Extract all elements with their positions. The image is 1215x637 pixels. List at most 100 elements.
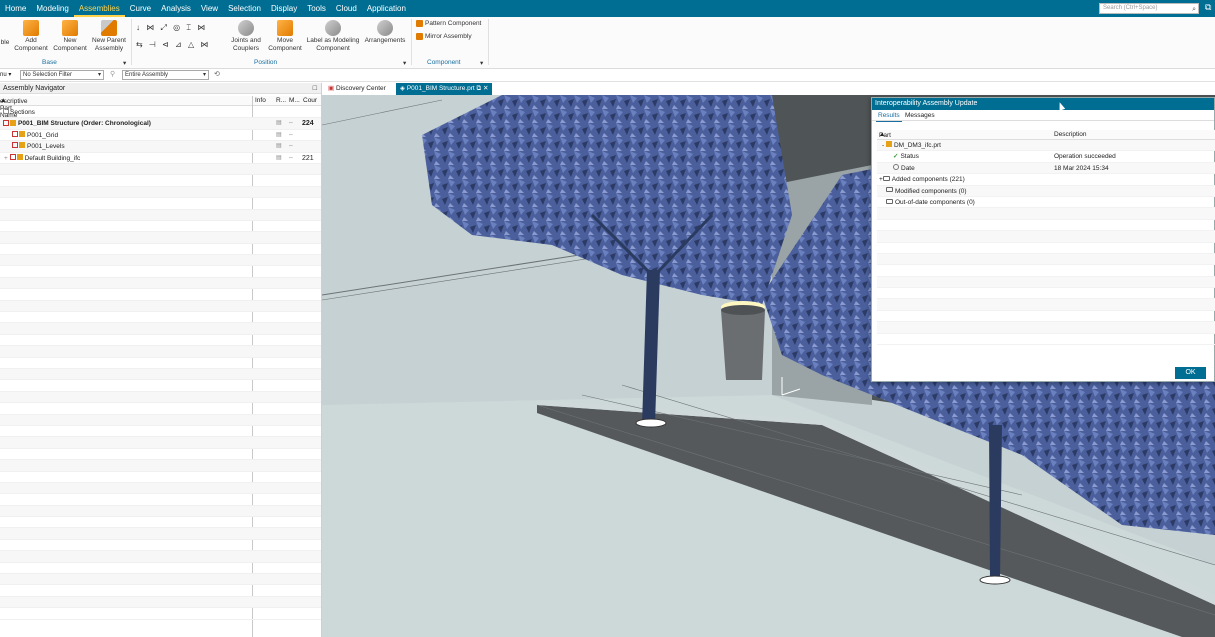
empty-row [0, 266, 321, 278]
close-icon[interactable]: ✕ [483, 85, 488, 92]
command-search-input[interactable]: Search (Ctrl+Space) ⌕ [1099, 3, 1199, 14]
checkbox[interactable] [12, 131, 18, 138]
column-description[interactable]: Description [1054, 131, 1087, 138]
link-icon: ⇔ [288, 143, 294, 150]
restore-window-icon[interactable]: ⧉ [1205, 2, 1211, 13]
arrangements-button[interactable]: Arrangements [362, 20, 408, 45]
move-component-icon [277, 20, 293, 36]
tab-discovery-center[interactable]: ▣ Discovery Center [324, 83, 390, 95]
ok-button[interactable]: OK [1175, 367, 1206, 379]
new-parent-assembly-label: New Parent Assembly [92, 37, 126, 52]
reset-filter-icon[interactable]: ⟲ [214, 70, 220, 78]
maximize-icon[interactable]: □ [313, 83, 317, 94]
discovery-icon: ▣ [328, 85, 335, 92]
tab-tools[interactable]: Tools [302, 0, 331, 17]
menu-dropdown[interactable]: nu ▾ [0, 71, 11, 78]
chevron-down-icon: ▾ [97, 72, 101, 78]
dialog-title-bar[interactable]: Interoperability Assembly Update [872, 98, 1214, 110]
scope-select[interactable]: Entire Assembly ▾ [122, 70, 209, 80]
tree-row-default-building[interactable]: + Default Building_ifc ▤ ⇔ 221 [0, 153, 321, 164]
checkbox[interactable] [3, 119, 9, 126]
move-component-button[interactable]: Move Component [267, 20, 303, 53]
interoperability-update-dialog: Interoperability Assembly Update Results… [871, 97, 1215, 382]
column-name[interactable]: escriptive Part Name ▲ [0, 97, 27, 119]
tab-curve[interactable]: Curve [125, 0, 156, 17]
label-modeling-component-button[interactable]: Label as Modeling Component [304, 20, 362, 53]
tab-display[interactable]: Display [266, 0, 302, 17]
assembly-icon [16, 153, 23, 160]
component-group-expand-icon[interactable]: ▾ [480, 59, 483, 67]
tab-view[interactable]: View [196, 0, 223, 17]
empty-row [0, 244, 321, 256]
tab-analysis[interactable]: Analysis [156, 0, 196, 17]
add-component-button[interactable]: Add Component [12, 20, 50, 53]
position-group-label: Position [254, 59, 278, 66]
empty-row [0, 551, 321, 563]
empty-row [0, 368, 321, 381]
column-count[interactable]: Cour [303, 97, 317, 104]
tab-active-part[interactable]: ◈ P001_BIM Structure.prt ⧉ ✕ [396, 83, 493, 95]
table-button[interactable]: ble [0, 39, 10, 47]
new-parent-assembly-button[interactable]: New Parent Assembly [89, 20, 129, 53]
tab-options-icon[interactable]: ⧉ [477, 85, 482, 92]
new-component-button[interactable]: New Component [51, 20, 89, 53]
reference-set-icon: ▤ [276, 131, 282, 138]
result-row-outdated[interactable]: Out-of-date components (0) [877, 197, 1215, 209]
mirror-assembly-button[interactable]: Mirror Assembly [416, 33, 472, 40]
base-group-expand-icon[interactable]: ▾ [123, 59, 126, 67]
joints-couplers-button[interactable]: Joints and Couplers [228, 20, 264, 53]
empty-row [0, 596, 321, 609]
filter-icon[interactable]: ⚲ [110, 70, 115, 78]
checkbox[interactable] [12, 142, 18, 149]
tree-row-sections[interactable]: Sections [0, 107, 321, 119]
tab-assemblies[interactable]: Assemblies [73, 0, 125, 17]
result-row-status[interactable]: ✓ Status Operation succeeded [877, 151, 1215, 163]
result-row-modified[interactable]: Modified components (0) [877, 185, 1215, 197]
column-info[interactable]: Info [255, 97, 266, 104]
tab-selection[interactable]: Selection [223, 0, 266, 17]
empty-row [0, 449, 321, 461]
selection-filter-select[interactable]: No Selection Filter ▾ [20, 70, 104, 80]
empty-row [0, 563, 321, 575]
result-row-added[interactable]: + Added components (221) [877, 174, 1215, 186]
folder-icon [886, 187, 893, 193]
label-modeling-label: Label as Modeling Component [306, 37, 360, 52]
empty-row [877, 299, 1215, 311]
column-r[interactable]: R... [276, 97, 286, 104]
component-group-label: Component [427, 59, 461, 66]
checkbox[interactable] [9, 153, 16, 160]
navigator-tree: Sections P001_BIM Structure (Order: Chro… [0, 107, 321, 620]
result-part-label: DM_DM3_ifc.prt [893, 142, 941, 149]
ribbon: ble Add Component New Component New Pare… [0, 17, 1215, 69]
column-part[interactable]: Part ▲ [879, 131, 891, 139]
tab-label: P001_BIM Structure.prt [406, 85, 475, 92]
result-description: Operation succeeded [1054, 153, 1116, 161]
link-icon: ⇔ [288, 120, 294, 127]
checkbox[interactable] [3, 108, 9, 115]
tab-home[interactable]: Home [0, 0, 31, 17]
column-m[interactable]: M... [289, 97, 300, 104]
tree-row-root-assembly[interactable]: P001_BIM Structure (Order: Chronological… [0, 118, 321, 130]
empty-row [0, 517, 321, 529]
tab-messages[interactable]: Messages [903, 111, 937, 121]
tab-modeling[interactable]: Modeling [31, 0, 73, 17]
empty-row [877, 288, 1215, 300]
result-row-part[interactable]: - DM_DM3_ifc.prt [877, 140, 1215, 152]
empty-row [877, 220, 1215, 232]
position-group-expand-icon[interactable]: ▾ [403, 59, 406, 67]
tab-application[interactable]: Application [362, 0, 411, 17]
tree-row-label: P001_Levels [27, 143, 65, 151]
tree-row-grid[interactable]: P001_Grid ▤ ⇔ [0, 130, 321, 142]
link-icon: ⇔ [288, 154, 294, 161]
result-part-label: Out-of-date components (0) [895, 198, 975, 206]
empty-row [0, 186, 321, 199]
empty-row [0, 505, 321, 518]
empty-row [0, 255, 321, 267]
tab-cloud[interactable]: Cloud [331, 0, 362, 17]
constraint-icons-row2[interactable]: ⇆ ⊣ ⊲ ⊿ △ ⋈ [136, 40, 210, 49]
constraint-icons-row1[interactable]: ↓ ⋈ ⤢ ◎ ⌶ ⋈ [136, 23, 207, 33]
pattern-component-button[interactable]: Pattern Component [416, 20, 481, 27]
tab-results[interactable]: Results [876, 111, 902, 122]
result-row-date[interactable]: Date 18 Mar 2024 15:34 [877, 162, 1215, 175]
tree-row-levels[interactable]: P001_Levels ▤ ⇔ [0, 141, 321, 153]
